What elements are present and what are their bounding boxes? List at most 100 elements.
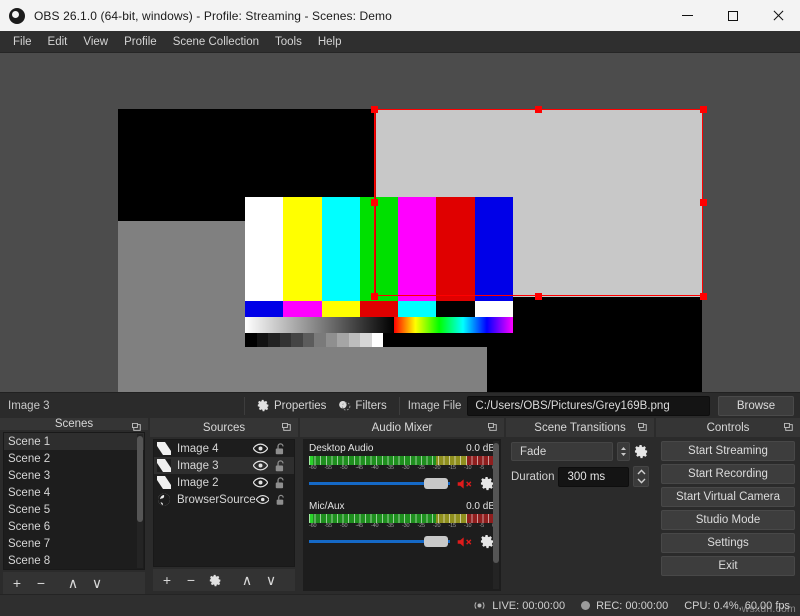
menu-help[interactable]: Help [310,34,350,50]
start-streaming-button[interactable]: Start Streaming [661,441,795,461]
volume-slider[interactable] [309,535,450,548]
transition-spinner[interactable] [617,442,630,461]
studio-mode-button[interactable]: Studio Mode [661,510,795,530]
selected-source-label: Image 3 [8,399,50,412]
audio-level-meter [309,514,495,523]
menu-edit[interactable]: Edit [40,34,76,50]
properties-button[interactable]: Properties [251,396,332,415]
source-list-item[interactable]: Image 4 [154,440,294,457]
sources-button-bar: + − ∧ ∨ [153,569,295,591]
float-dock-icon[interactable] [784,423,794,432]
scene-list-item[interactable]: Scene 4 [4,484,144,501]
scene-list-item[interactable]: Scene 3 [4,467,144,484]
scenes-scrollbar-thumb[interactable] [137,436,143,522]
float-dock-icon[interactable] [488,423,498,432]
resize-handle-middle-left[interactable] [370,199,378,206]
resize-handle-top-left[interactable] [370,105,378,113]
source-list-item[interactable]: BrowserSource [154,491,294,508]
move-scene-down-button[interactable]: ∨ [86,574,108,593]
eye-icon[interactable] [253,443,268,454]
scene-list-item[interactable]: Scene 1 [4,433,144,450]
resize-handle-top-center[interactable] [535,105,542,113]
sources-dock: Sources Image 4 Image 3 Image 2 BrowserS… [150,418,298,594]
remove-source-button[interactable]: − [180,571,202,590]
float-dock-icon[interactable] [132,423,142,432]
unlock-icon[interactable] [275,476,286,489]
float-dock-icon[interactable] [638,423,648,432]
transition-select[interactable]: Fade [511,442,613,461]
start-recording-button[interactable]: Start Recording [661,464,795,484]
maximize-button[interactable] [710,0,755,31]
menu-view[interactable]: View [75,34,116,50]
scene-list-item[interactable]: Scene 6 [4,518,144,535]
eye-icon[interactable] [253,477,268,488]
transition-properties-gear-icon[interactable] [634,444,649,459]
eye-icon[interactable] [253,460,268,471]
unlock-icon[interactable] [276,494,286,506]
resize-handle-bottom-left[interactable] [370,292,378,300]
unlock-icon[interactable] [275,442,286,455]
scene-list-item[interactable]: Scene 5 [4,501,144,518]
browse-button[interactable]: Browse [718,395,794,416]
move-source-down-button[interactable]: ∨ [260,571,282,590]
remove-scene-button[interactable]: − [30,574,52,593]
scenes-list[interactable]: Scene 1 Scene 2 Scene 3 Scene 4 Scene 5 … [3,432,145,570]
resize-handle-bottom-center[interactable] [535,292,542,300]
duration-spinner[interactable] [633,466,649,487]
add-source-button[interactable]: + [156,571,178,590]
menu-file[interactable]: File [5,34,40,50]
move-scene-up-button[interactable]: ∧ [62,574,84,593]
volume-slider[interactable] [309,477,450,490]
chevron-down-icon[interactable] [636,478,646,484]
audio-meter-scale: -60 -55 -50 -45 -40 -35 -30 -25 -20 -15 … [309,523,495,529]
source-list-item[interactable]: Image 3 [154,457,294,474]
duration-input[interactable]: 300 ms [558,466,629,487]
scene-transitions-dock: Scene Transitions Fade Duration 300 ms [506,418,654,594]
image-source-icon [157,459,171,472]
resize-handle-bottom-right[interactable] [699,292,707,300]
audio-mixer-scrollbar-thumb[interactable] [493,443,499,563]
source-list-item[interactable]: Image 2 [154,474,294,491]
float-dock-icon[interactable] [282,423,292,432]
resize-handle-top-right[interactable] [699,105,707,113]
menu-tools[interactable]: Tools [267,34,310,50]
volume-slider-knob[interactable] [424,536,448,547]
scene-list-item[interactable]: Scene 8 [4,552,144,569]
scale-tick: -35 [386,465,395,471]
eye-icon[interactable] [255,494,270,505]
close-button[interactable] [755,0,800,31]
resize-handle-middle-right[interactable] [699,199,707,206]
scale-tick: -60 [309,465,317,471]
minimize-button[interactable] [665,0,710,31]
mute-speaker-icon[interactable] [456,477,473,491]
volume-slider-knob[interactable] [424,478,448,489]
scene-list-item[interactable]: Scene 7 [4,535,144,552]
menu-scene-collection[interactable]: Scene Collection [165,34,267,50]
transition-select-row: Fade [506,437,654,461]
settings-button[interactable]: Settings [661,533,795,553]
preview-canvas[interactable] [118,109,702,392]
scenes-dock-body: Scene 1 Scene 2 Scene 3 Scene 4 Scene 5 … [0,430,148,597]
scale-tick: -50 [340,465,348,471]
preview-area[interactable] [0,53,800,392]
controls-dock: Controls Start Streaming Start Recording… [656,418,800,594]
mute-speaker-icon[interactable] [456,535,473,549]
sources-dock-title: Sources [150,418,298,437]
audio-fader-row [309,476,495,491]
exit-button[interactable]: Exit [661,556,795,576]
add-scene-button[interactable]: + [6,574,28,593]
sources-list[interactable]: Image 4 Image 3 Image 2 BrowserSource [153,439,295,567]
layer-smpte-color-bars[interactable] [245,197,513,347]
audio-track-level: 0.0 dB [466,501,495,512]
source-properties-button[interactable] [204,571,226,590]
scenes-scrollbar[interactable] [137,434,143,568]
scene-list-item[interactable]: Scene 2 [4,450,144,467]
start-virtual-camera-button[interactable]: Start Virtual Camera [661,487,795,507]
image-file-input[interactable]: C:/Users/OBS/Pictures/Grey169B.png [467,395,710,416]
menu-profile[interactable]: Profile [116,34,165,50]
chevron-up-icon[interactable] [636,469,646,475]
audio-mixer-scrollbar[interactable] [493,441,499,589]
filters-button[interactable]: Filters [332,396,392,415]
unlock-icon[interactable] [275,459,286,472]
move-source-up-button[interactable]: ∧ [236,571,258,590]
